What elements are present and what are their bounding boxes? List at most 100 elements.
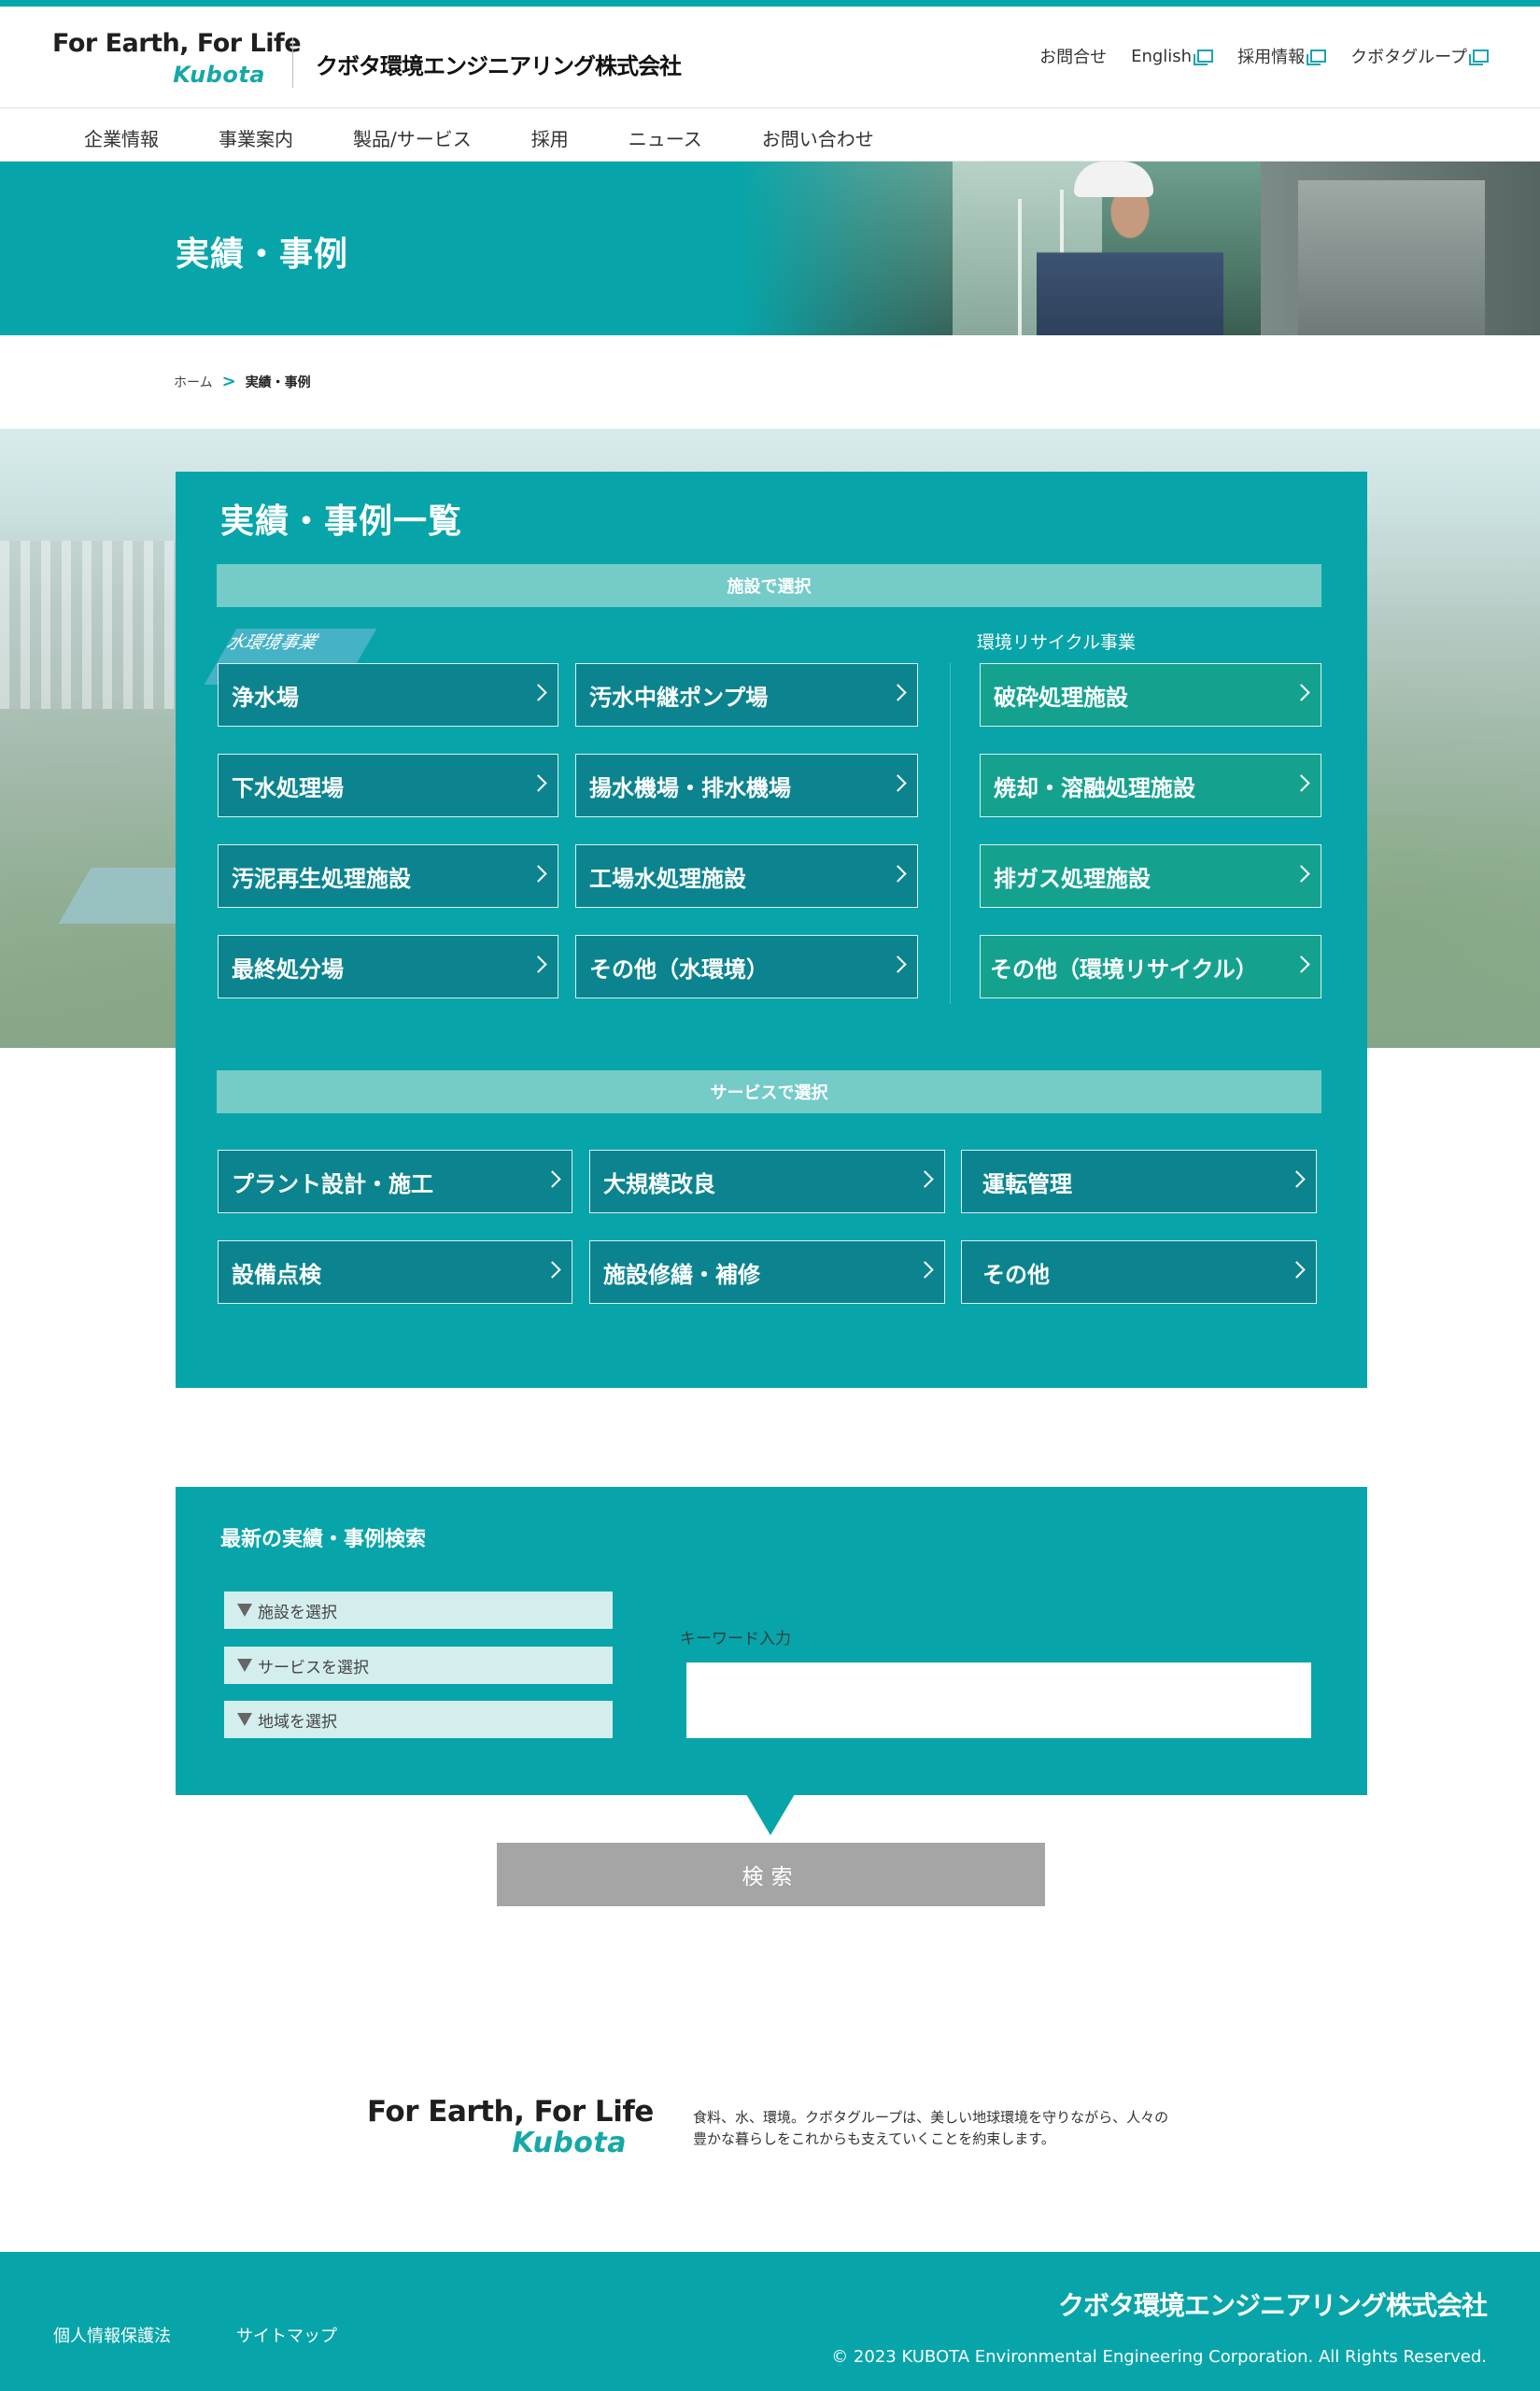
service-button-major-renovation[interactable]: 大規模改良 (589, 1150, 945, 1213)
button-label: 焼却・溶融処理施設 (994, 774, 1195, 801)
search-title: 最新の実績・事例検索 (220, 1528, 427, 1551)
chevron-right-icon (1293, 684, 1310, 701)
site-footer: 個人情報保護法 サイトマップ クボタ環境エンジニアリング株式会社 © 2023 … (0, 2252, 1540, 2391)
facility-section-bar: 施設で選択 (217, 564, 1321, 607)
brand-description: 食料、水、環境。クボタグループは、美しい地球環境を守りながら、人々の豊かな暮らし… (693, 2109, 1169, 2147)
footer-links: 個人情報保護法 サイトマップ (53, 2323, 337, 2347)
button-label: その他（環境リサイクル） (990, 955, 1258, 983)
breadcrumb-home[interactable]: ホーム (174, 373, 213, 391)
gnav-item-company[interactable]: 企業情報 (84, 124, 159, 151)
util-group-label: クボタグループ (1350, 48, 1467, 67)
hero-photo-rail (1018, 199, 1022, 335)
util-contact-link[interactable]: お問合せ (1039, 44, 1107, 68)
hero-photo (738, 162, 1540, 335)
footer-slogan: For Earth, For Life (367, 2095, 654, 2129)
gnav-item-recruit[interactable]: 採用 (531, 124, 569, 151)
chevron-right-icon (544, 1170, 561, 1188)
button-label: プラント設計・施工 (232, 1170, 433, 1197)
service-select[interactable]: サービスを選択 (224, 1647, 613, 1684)
chevron-right-icon (889, 955, 907, 973)
footer-kubota-logo-text: Kubota (512, 2127, 627, 2159)
footer-brand-logo: For Earth, For Life Kubota (367, 2095, 654, 2162)
gnav-item-contact[interactable]: お問い合わせ (762, 124, 874, 151)
facility-button-incineration[interactable]: 焼却・溶融処理施設 (980, 754, 1321, 817)
util-english-link[interactable]: English (1131, 44, 1214, 68)
top-accent-bar (0, 0, 1540, 7)
button-label: 排ガス処理施設 (994, 865, 1151, 892)
triangle-down-icon (237, 1659, 252, 1672)
gnav-item-products[interactable]: 製品/サービス (353, 124, 472, 151)
util-english-label: English (1131, 46, 1193, 66)
keyword-input[interactable] (686, 1662, 1311, 1738)
button-label: 破砕処理施設 (994, 684, 1128, 711)
button-label: その他（水環境） (589, 955, 769, 983)
region-select[interactable]: 地域を選択 (224, 1701, 613, 1738)
button-label: 汚水中継ポンプ場 (589, 684, 769, 711)
company-name[interactable]: クボタ環境エンジニアリング株式会社 (316, 48, 682, 80)
chevron-right-icon (1293, 955, 1310, 973)
button-label: 最終処分場 (232, 955, 344, 983)
service-section-bar: サービスで選択 (217, 1070, 1321, 1113)
button-label: その他 (982, 1261, 1050, 1288)
chevron-right-icon (1293, 865, 1310, 883)
site-header: For Earth, For Life Kubota クボタ環境エンジニアリング… (0, 7, 1540, 108)
gnav-item-news[interactable]: ニュース (629, 124, 702, 151)
search-pointer-arrow (746, 1794, 795, 1835)
select-label: サービスを選択 (258, 1658, 369, 1677)
case-list-panel: 実績・事例一覧 施設で選択 水環境事業 環境リサイクル事業 浄水場 汚水中継ポン… (176, 472, 1367, 1388)
search-button[interactable]: 検索 (497, 1843, 1045, 1906)
button-label: 設備点検 (232, 1261, 321, 1288)
case-search-box: 最新の実績・事例検索 施設を選択 サービスを選択 地域を選択 キーワード入力 (176, 1487, 1367, 1795)
facility-button-exhaust-gas[interactable]: 排ガス処理施設 (980, 844, 1321, 908)
breadcrumb: ホーム > 実績・事例 (174, 372, 311, 391)
service-button-repair[interactable]: 施設修繕・補修 (589, 1240, 945, 1304)
service-button-operation-management[interactable]: 運転管理 (961, 1150, 1317, 1213)
facility-button-sludge-recycling[interactable]: 汚泥再生処理施設 (218, 844, 558, 908)
external-link-icon (1307, 50, 1327, 65)
facility-button-recycle-other[interactable]: その他（環境リサイクル） (980, 935, 1321, 998)
group-divider (950, 663, 951, 1004)
gnav-item-business[interactable]: 事業案内 (219, 124, 293, 151)
facility-button-final-disposal[interactable]: 最終処分場 (218, 935, 558, 998)
logo-divider (292, 37, 293, 88)
chevron-right-icon (889, 865, 907, 883)
chevron-right-icon (1293, 774, 1310, 792)
facility-button-sewage-treatment[interactable]: 下水処理場 (218, 754, 558, 817)
recycle-group-label: 環境リサイクル事業 (977, 632, 1137, 653)
facility-button-sewage-relay-pump[interactable]: 汚水中継ポンプ場 (575, 663, 918, 727)
button-label: 下水処理場 (232, 774, 344, 801)
facility-button-water-other[interactable]: その他（水環境） (575, 935, 918, 998)
footer-link-sitemap[interactable]: サイトマップ (236, 2323, 337, 2347)
hero-photo-worker (1037, 180, 1223, 335)
facility-button-crushing[interactable]: 破砕処理施設 (980, 663, 1321, 727)
keyword-label: キーワード入力 (680, 1630, 791, 1648)
external-link-icon (1469, 50, 1489, 65)
facility-select[interactable]: 施設を選択 (224, 1592, 613, 1629)
button-label: 運転管理 (982, 1170, 1072, 1197)
global-nav: 企業情報 事業案内 製品/サービス 採用 ニュース お問い合わせ (0, 109, 1540, 162)
service-button-equipment-inspection[interactable]: 設備点検 (218, 1240, 572, 1304)
facility-button-pumping-drainage[interactable]: 揚水機場・排水機場 (575, 754, 918, 817)
logo[interactable]: For Earth, For Life Kubota (52, 29, 302, 94)
chevron-right-icon (544, 1261, 561, 1279)
util-recruit-link[interactable]: 採用情報 (1237, 44, 1327, 68)
copyright: © 2023 KUBOTA Environmental Engineering … (831, 2347, 1487, 2367)
button-label: 工場水処理施設 (589, 865, 746, 892)
util-group-link[interactable]: クボタグループ (1350, 44, 1489, 68)
kubota-logo-text: Kubota (173, 62, 265, 88)
triangle-down-icon (237, 1713, 252, 1726)
select-label: 地域を選択 (258, 1712, 337, 1732)
facility-button-water-purification[interactable]: 浄水場 (218, 663, 558, 727)
chevron-right-icon (889, 684, 907, 701)
chevron-right-icon (530, 865, 547, 883)
chevron-right-icon (916, 1170, 934, 1188)
chevron-right-icon (1288, 1170, 1306, 1188)
facility-button-industrial-water[interactable]: 工場水処理施設 (575, 844, 918, 908)
service-button-other[interactable]: その他 (961, 1240, 1317, 1304)
service-button-plant-design[interactable]: プラント設計・施工 (218, 1150, 572, 1213)
external-link-icon (1194, 50, 1214, 65)
utility-nav: お問合せ English 採用情報 クボタグループ (1039, 44, 1489, 68)
hero-banner: 実績・事例 (0, 162, 1540, 335)
hero-photo-panel-door (1298, 180, 1485, 335)
footer-link-privacy[interactable]: 個人情報保護法 (53, 2323, 171, 2347)
